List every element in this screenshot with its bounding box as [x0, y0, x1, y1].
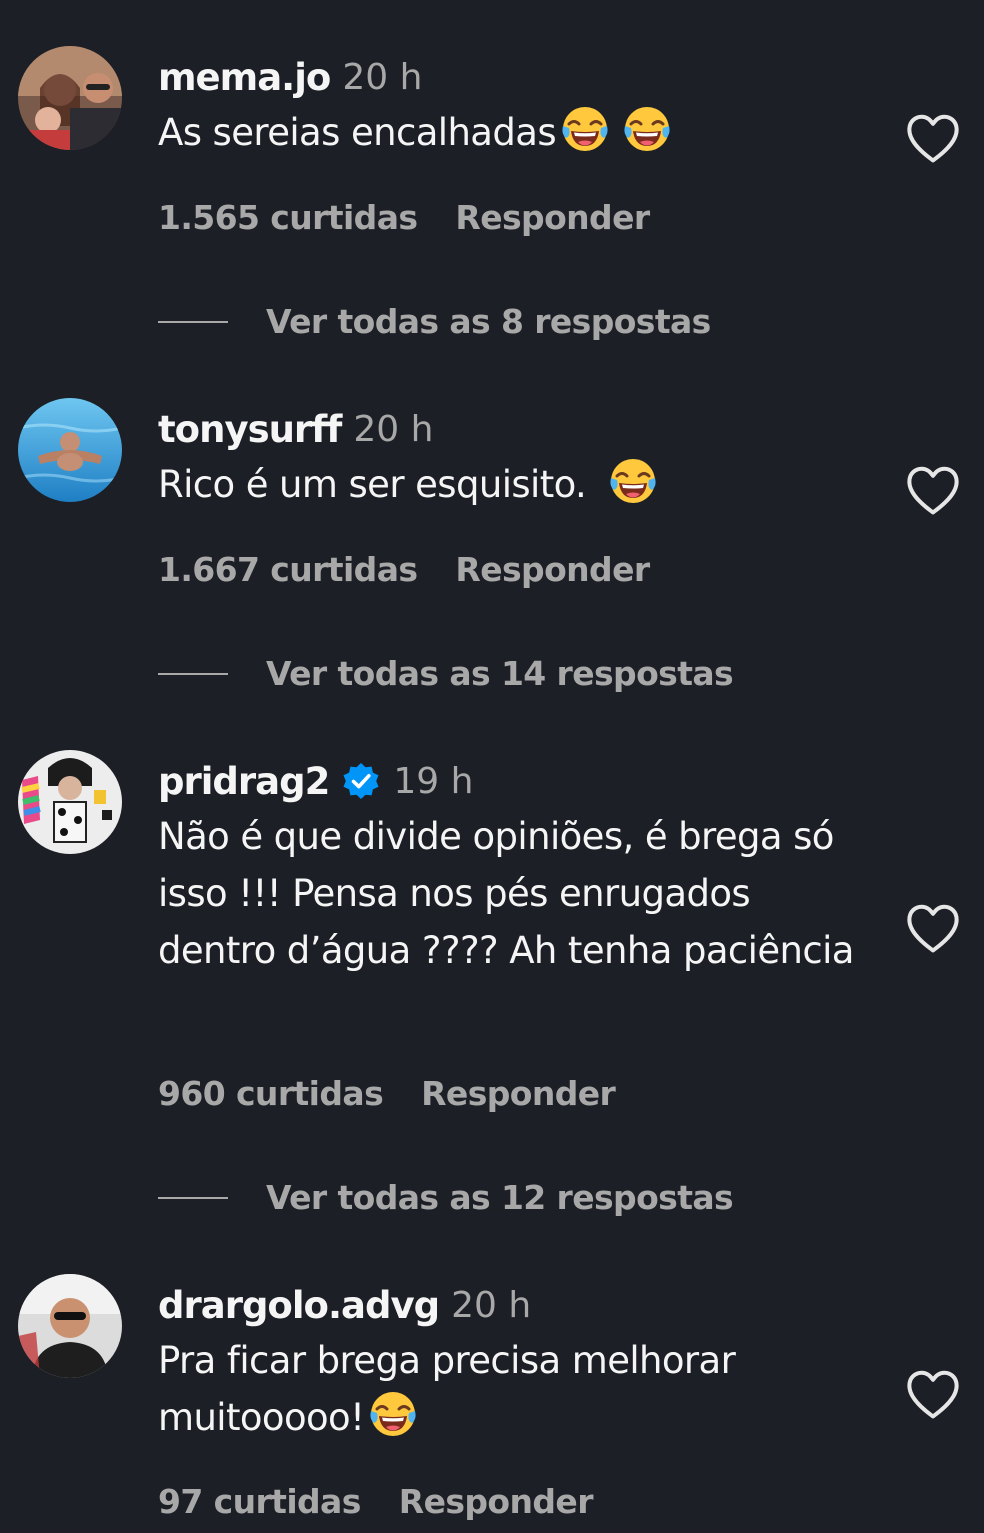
likes-count[interactable]: 960 curtidas [158, 1074, 384, 1113]
comment-text-content: Pra ficar brega precisa melhorar muitooo… [158, 1339, 736, 1439]
comment-header: tonysurff 20 h [158, 404, 433, 454]
comment-header: pridrag2 19 h [158, 756, 473, 806]
comment-meta: 1.565 curtidas Responder [158, 198, 650, 237]
timestamp[interactable]: 19 h [393, 761, 473, 802]
username[interactable]: mema.jo [158, 56, 331, 99]
timestamp[interactable]: 20 h [353, 409, 433, 450]
comment-meta: 960 curtidas Responder [158, 1074, 616, 1113]
view-replies-label: Ver todas as 14 respostas [266, 654, 734, 693]
comment-text-content: Não é que divide opiniões, é brega só is… [158, 815, 854, 972]
replies-divider [158, 672, 228, 675]
face-with-tears-of-joy-emoji [622, 104, 672, 154]
view-replies-label: Ver todas as 12 respostas [266, 1178, 734, 1217]
comment-meta: 1.667 curtidas Responder [158, 550, 650, 589]
heart-outline-icon[interactable] [904, 464, 962, 516]
avatar[interactable] [18, 398, 122, 502]
verified-badge-icon [343, 763, 379, 799]
heart-outline-icon[interactable] [904, 902, 962, 954]
avatar[interactable] [18, 1274, 122, 1378]
username[interactable]: tonysurff [158, 408, 342, 451]
likes-count[interactable]: 97 curtidas [158, 1482, 361, 1521]
reply-button[interactable]: Responder [421, 1074, 616, 1113]
face-with-tears-of-joy-emoji [608, 456, 658, 506]
comment-text: Não é que divide opiniões, é brega só is… [158, 808, 858, 979]
comment-meta: 97 curtidas Responder [158, 1482, 593, 1521]
heart-outline-icon[interactable] [904, 1368, 962, 1420]
comment-header: mema.jo 20 h [158, 52, 422, 102]
view-replies-label: Ver todas as 8 respostas [266, 302, 711, 341]
view-replies-button[interactable]: Ver todas as 12 respostas [158, 1178, 734, 1217]
comment-text-content: As sereias encalhadas [158, 111, 557, 154]
face-with-tears-of-joy-emoji [368, 1389, 418, 1439]
username[interactable]: drargolo.advg [158, 1284, 440, 1327]
timestamp[interactable]: 20 h [342, 57, 422, 98]
heart-outline-icon[interactable] [904, 112, 962, 164]
comment-header: drargolo.advg 20 h [158, 1280, 531, 1330]
view-replies-button[interactable]: Ver todas as 14 respostas [158, 654, 734, 693]
comment-text: As sereias encalhadas [158, 104, 858, 161]
face-with-tears-of-joy-emoji [560, 104, 610, 154]
likes-count[interactable]: 1.667 curtidas [158, 550, 418, 589]
username[interactable]: pridrag2 [158, 760, 330, 803]
timestamp[interactable]: 20 h [451, 1285, 531, 1326]
comment-text-content: Rico é um ser esquisito. [158, 463, 587, 506]
comment-text: Rico é um ser esquisito. [158, 456, 858, 513]
reply-button[interactable]: Responder [455, 550, 650, 589]
view-replies-button[interactable]: Ver todas as 8 respostas [158, 302, 711, 341]
likes-count[interactable]: 1.565 curtidas [158, 198, 418, 237]
reply-button[interactable]: Responder [455, 198, 650, 237]
replies-divider [158, 320, 228, 323]
avatar[interactable] [18, 46, 122, 150]
replies-divider [158, 1196, 228, 1199]
avatar[interactable] [18, 750, 122, 854]
comment-text: Pra ficar brega precisa melhorar muitooo… [158, 1332, 838, 1446]
reply-button[interactable]: Responder [399, 1482, 594, 1521]
